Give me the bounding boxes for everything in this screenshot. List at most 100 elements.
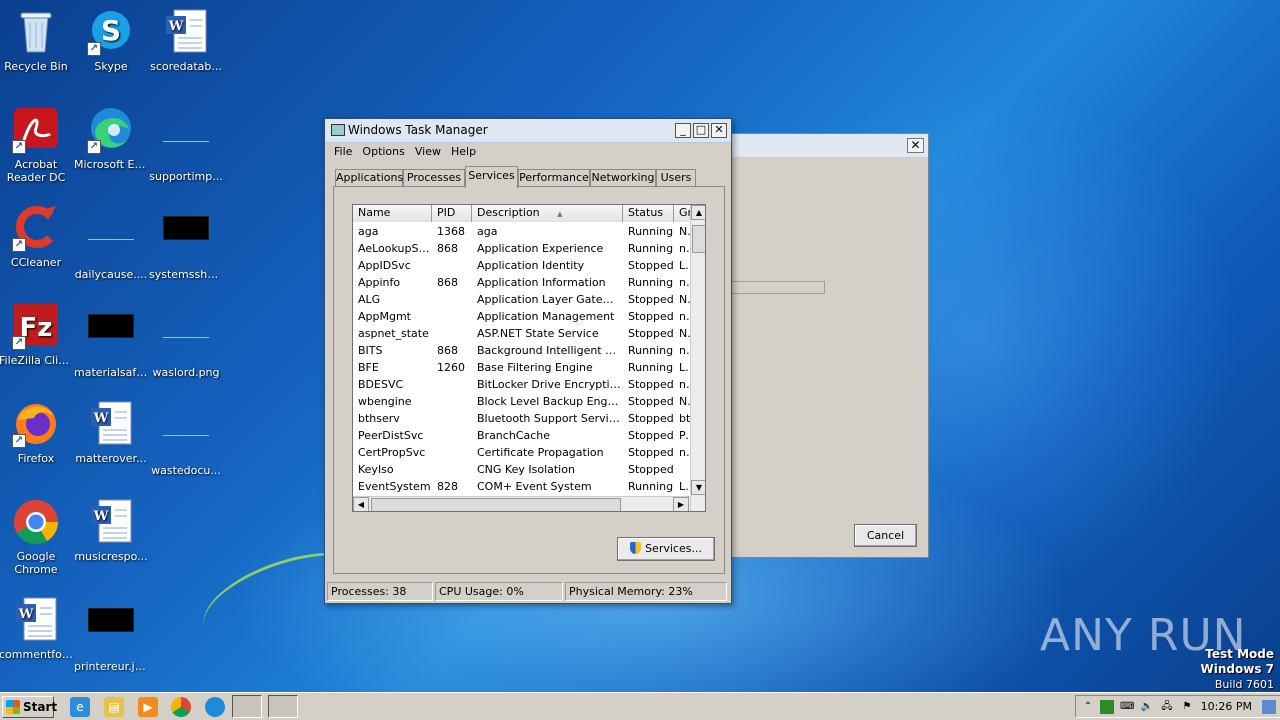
close-icon[interactable]: ✕ (907, 138, 924, 153)
service-name: KeyIso (358, 463, 394, 476)
black-image-icon (87, 314, 135, 362)
recycle-bin-icon (12, 8, 60, 56)
service-name: ALG (358, 293, 381, 306)
column-status[interactable]: Status (623, 205, 674, 222)
table-row[interactable]: AeLookupSvc 868 Application Experience Runn… (353, 240, 691, 257)
taskbar-task-task-manager[interactable] (268, 695, 298, 718)
tab-performance[interactable]: Performance (518, 169, 590, 187)
scroll-right-icon[interactable]: ▶ (673, 497, 689, 511)
table-row[interactable]: BFE 1260 Base Filtering Engine Running Lc (353, 359, 691, 376)
table-row[interactable]: BITS 868 Background Intelligent Tra... Runn… (353, 342, 691, 359)
desktop-icon-systemssho[interactable]: systemssho... (147, 204, 225, 281)
desktop-icon-filezilla[interactable]: Fz ↗ FileZilla Client (0, 302, 75, 367)
scroll-down-icon[interactable]: ▼ (691, 480, 705, 495)
desktop-icon-label: Skype (94, 60, 128, 73)
table-row[interactable]: AppMgmtApplication ManagementStoppedne (353, 308, 691, 325)
desktop-icon-materialsafr[interactable]: materialsafr... (72, 302, 150, 379)
network-icon[interactable]: 🖧 (1160, 700, 1174, 714)
desktop-icon-commentfor[interactable]: W commentfor... (0, 596, 75, 661)
background-dialog-field[interactable] (731, 281, 825, 294)
desktop-icon-printereur[interactable]: printereur.jpg (72, 596, 150, 673)
keyboard-icon[interactable]: ⌨ (1120, 700, 1134, 714)
desktop-icon-waslord[interactable]: waslord.png (147, 302, 225, 379)
table-row[interactable]: aga 1368 aga Running N. (353, 223, 691, 240)
desktop-icon-skype[interactable]: S ↗ Skype (72, 8, 150, 73)
service-description: BranchCache (477, 429, 551, 442)
tab-applications[interactable]: Applications (335, 169, 403, 187)
table-row[interactable]: KeyIso CNG Key Isolation Stopped (353, 461, 690, 478)
table-row[interactable]: Appinfo 868 Application Information Running… (353, 274, 691, 291)
desktop-icon-recycle-bin[interactable]: Recycle Bin (0, 8, 75, 73)
tab-users[interactable]: Users (656, 169, 696, 187)
menu-file[interactable]: File (329, 143, 357, 160)
desktop-icon-label: matterover... (75, 452, 147, 465)
network-status-icon[interactable] (1100, 700, 1114, 714)
table-row[interactable]: wbengine Block Level Backup Engine ... Sto… (353, 393, 691, 410)
desktop-icon-musicrespo[interactable]: W musicrespo... (72, 498, 150, 563)
show-desktop-icon[interactable] (1262, 700, 1276, 714)
sort-ascending-icon: ▲ (557, 210, 563, 218)
table-row[interactable]: BDESVC BitLocker Drive Encryption... Stopp… (353, 376, 691, 393)
scroll-thumb[interactable] (371, 498, 621, 511)
services-button[interactable]: Services... (617, 537, 715, 561)
taskbar-task-app[interactable] (232, 695, 262, 718)
start-button[interactable]: Start (2, 696, 57, 718)
table-row[interactable]: AppIDSvc Application Identity Stopped Lc (353, 257, 691, 274)
scroll-thumb[interactable] (692, 225, 705, 253)
vertical-scrollbar[interactable]: ▲ ▼ (690, 205, 705, 511)
services-button-label: Services... (645, 542, 702, 555)
desktop-icon-scoredatab[interactable]: W scoredatab... (147, 8, 225, 73)
cancel-button[interactable]: Cancel (854, 524, 917, 547)
desktop-icon-wastedocu[interactable]: wastedocu... (147, 400, 225, 477)
table-row[interactable]: bthserv Bluetooth Support Service Stopped b… (353, 410, 690, 427)
blue-file-icon (162, 314, 210, 362)
filezilla-icon: Fz ↗ (12, 302, 60, 350)
tab-processes[interactable]: Processes (403, 169, 465, 187)
close-icon[interactable]: ✕ (711, 123, 727, 138)
task-manager-window: Windows Task Manager _ □ ✕ File Options Vi… (324, 118, 732, 604)
service-description: ASP.NET State Service (477, 327, 599, 340)
desktop-icon-ccleaner[interactable]: ↗ CCleaner (0, 204, 75, 269)
tab-networking[interactable]: Networking (590, 169, 656, 187)
black-image-icon (162, 216, 210, 264)
table-row[interactable]: PeerDistSvc BranchCache Stopped Pe (353, 427, 691, 444)
service-name: CertPropSvc (358, 446, 426, 459)
desktop-icon-acrobat[interactable]: ↗ Acrobat Reader DC (0, 106, 75, 184)
horizontal-scrollbar[interactable]: ◀ ▶ (353, 496, 690, 511)
black-image-icon (87, 608, 135, 656)
tab-services[interactable]: Services (465, 166, 518, 188)
chrome-icon[interactable] (171, 697, 191, 717)
tray-expand-icon[interactable]: ⌃ (1081, 700, 1095, 714)
table-row[interactable]: ALG Application Layer Gatewa... Stopped N. (353, 291, 691, 308)
minimize-icon[interactable]: _ (675, 123, 691, 138)
column-description[interactable]: Description ▲ (472, 205, 623, 222)
explorer-icon[interactable]: ▤ (104, 697, 124, 717)
maximize-icon[interactable]: □ (693, 123, 709, 138)
desktop-icon-supportimp[interactable]: supportimp... (147, 106, 225, 183)
volume-icon[interactable]: 🔈 (1140, 700, 1154, 714)
desktop-icon-chrome[interactable]: Google Chrome (0, 498, 75, 576)
title-bar[interactable]: Windows Task Manager _ □ ✕ (325, 119, 731, 143)
table-row[interactable]: aspnet_state ASP.NET State Service Stopped… (353, 325, 691, 342)
action-center-flag-icon[interactable]: ⚑ (1180, 700, 1194, 714)
table-row[interactable]: CertPropSvc Certificate Propagation Stoppe… (353, 444, 691, 461)
services-list[interactable]: Name PID Description ▲ Status Gr aga 1368… (352, 204, 706, 512)
ie-icon[interactable]: e (70, 697, 90, 717)
table-row[interactable]: EventSystem 828 COM+ Event System Running Lc (353, 478, 691, 495)
media-player-icon[interactable]: ▶ (138, 697, 158, 717)
menu-options[interactable]: Options (357, 143, 409, 160)
edge-icon[interactable] (205, 697, 225, 717)
menu-view[interactable]: View (410, 143, 446, 160)
desktop-icon-matterover[interactable]: W matterover... (72, 400, 150, 465)
desktop-icon-edge[interactable]: ↗ Microsoft Edge (72, 106, 150, 171)
desktop-icon-dailycause[interactable]: dailycause.... (72, 204, 150, 281)
desktop-icon-firefox[interactable]: ↗ Firefox (0, 400, 75, 465)
service-name: PeerDistSvc (358, 429, 424, 442)
column-pid[interactable]: PID (432, 205, 472, 222)
scroll-left-icon[interactable]: ◀ (353, 497, 369, 511)
clock[interactable]: 10:26 PM (1201, 700, 1252, 713)
scroll-up-icon[interactable]: ▲ (691, 205, 705, 220)
column-name[interactable]: Name (353, 205, 432, 222)
menu-help[interactable]: Help (446, 143, 481, 160)
status-bar: Processes: 38 CPU Usage: 0% Physical Mem… (327, 582, 729, 601)
